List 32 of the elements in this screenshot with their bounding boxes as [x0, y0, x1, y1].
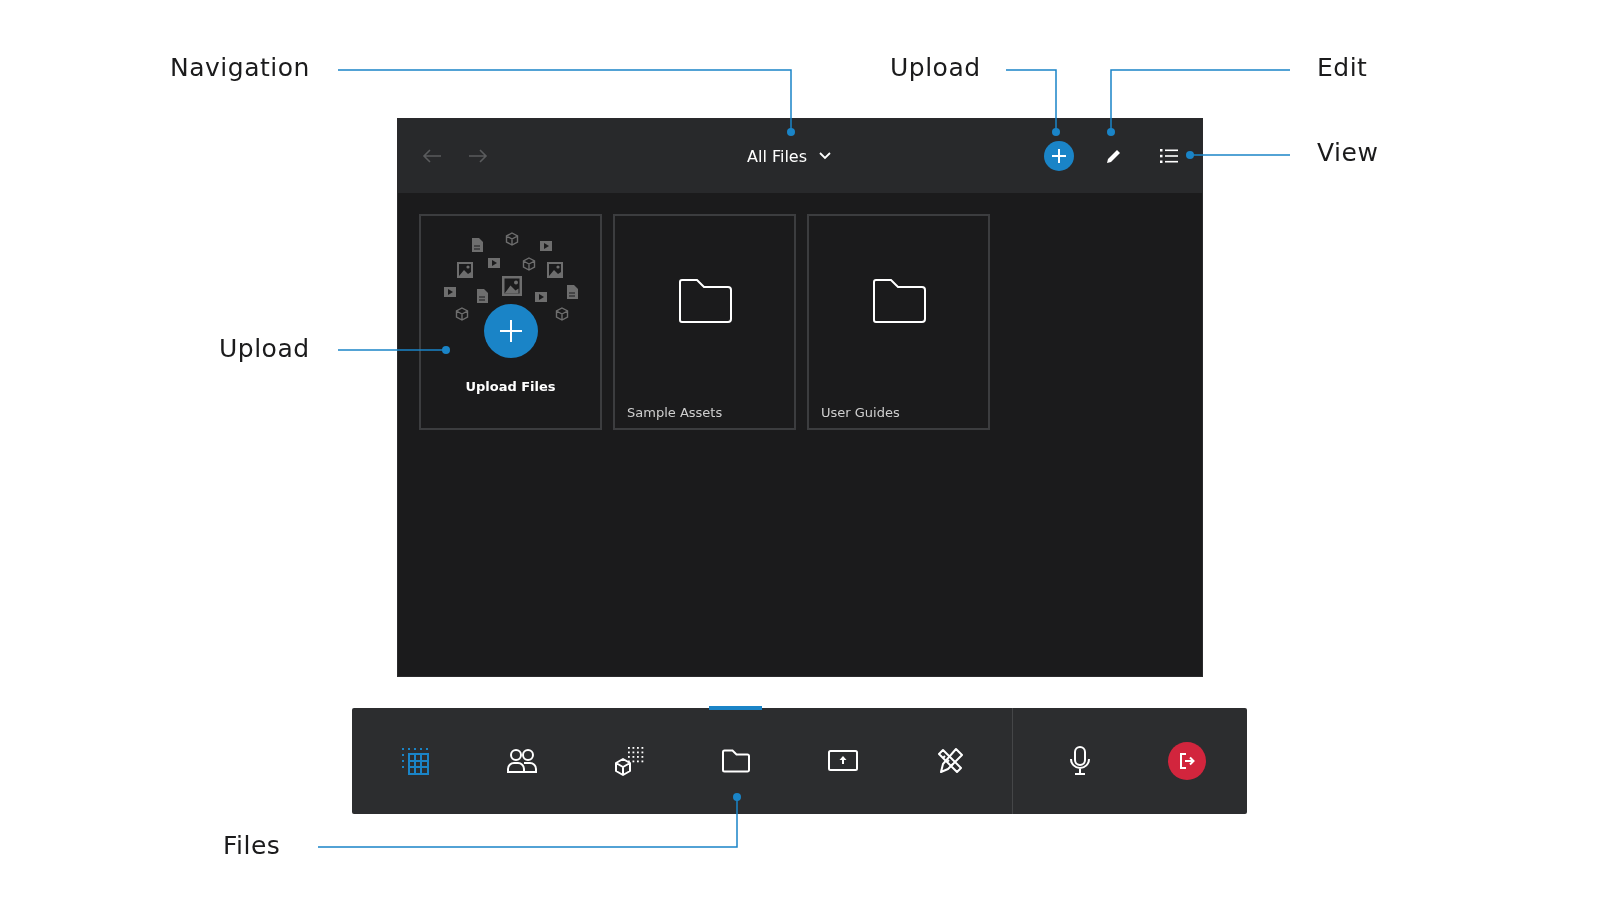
add-button[interactable] — [1044, 141, 1074, 171]
pencil-icon[interactable] — [1106, 148, 1122, 164]
card-label: Upload Files — [465, 379, 556, 394]
folder-icon — [870, 278, 927, 324]
callout-label: Navigation — [170, 52, 310, 84]
list-view-icon[interactable] — [1160, 148, 1178, 164]
grid-icon[interactable] — [400, 746, 429, 776]
folder-icon[interactable] — [720, 749, 751, 773]
card-label: User Guides — [821, 405, 900, 420]
selected-indicator — [709, 706, 762, 710]
plus-icon — [1052, 149, 1066, 163]
card-label: Sample Assets — [627, 405, 723, 420]
add-button[interactable] — [483, 304, 538, 358]
folder-card[interactable]: User Guides — [807, 214, 990, 430]
screen-share-icon[interactable] — [826, 749, 859, 773]
leader-line — [1005, 69, 1060, 136]
callout-label: Files — [223, 830, 281, 862]
pencil-ruler-icon[interactable] — [935, 747, 964, 775]
callout-label: Edit — [1317, 52, 1368, 84]
callout-label: Upload — [219, 333, 310, 365]
callout-label: View — [1317, 137, 1379, 169]
upload-card[interactable]: Upload Files — [419, 214, 602, 430]
folder-dropdown[interactable]: All Files — [743, 142, 835, 170]
microphone-icon[interactable] — [1068, 746, 1091, 776]
exit-icon[interactable] — [1167, 742, 1206, 780]
cube-icon[interactable] — [613, 746, 644, 776]
folder-icon — [676, 278, 733, 324]
folder-card[interactable]: Sample Assets — [613, 214, 796, 430]
people-icon[interactable] — [506, 748, 537, 774]
chevron-down-icon — [819, 152, 831, 160]
callout-label: Upload — [890, 52, 981, 84]
plus-icon — [499, 320, 522, 342]
